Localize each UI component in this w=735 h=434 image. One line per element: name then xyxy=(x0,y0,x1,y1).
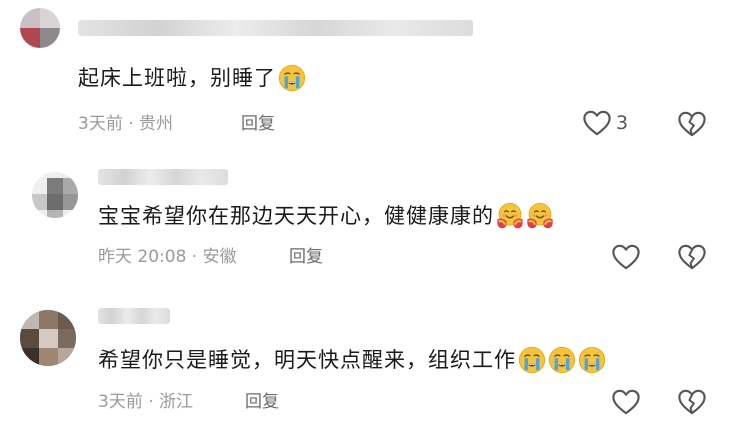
comment-text-row: 起床上班啦，别睡了 xyxy=(78,64,306,92)
hugging-face-emoji-icon xyxy=(496,202,524,230)
heart-icon xyxy=(611,243,641,271)
like-button[interactable] xyxy=(611,243,645,271)
comment-text: 希望你只是睡觉，明天快点醒来，组织工作 xyxy=(98,348,516,372)
username-blurred[interactable] xyxy=(78,20,473,36)
crying-face-emoji-icon xyxy=(548,346,576,374)
comment-item: 宝宝希望你在那边天天开心，健健康康的 昨天 20:08 · 安徽 回复 xyxy=(0,150,735,290)
like-count: 3 xyxy=(616,112,629,134)
crying-face-emoji-icon xyxy=(278,64,306,92)
comment-text: 宝宝希望你在那边天天开心，健健康康的 xyxy=(98,204,494,228)
broken-heart-icon[interactable] xyxy=(677,110,707,138)
heart-icon xyxy=(611,388,641,416)
reply-button[interactable]: 回复 xyxy=(241,112,275,136)
broken-heart-icon[interactable] xyxy=(677,243,707,271)
comment-meta: 3天前 · 贵州 xyxy=(78,114,174,134)
reply-button[interactable]: 回复 xyxy=(289,245,323,269)
avatar[interactable] xyxy=(32,172,78,218)
comment-text: 起床上班啦，别睡了 xyxy=(78,66,276,90)
comment-text-row: 宝宝希望你在那边天天开心，健健康康的 xyxy=(98,202,554,230)
like-button[interactable]: 3 xyxy=(582,109,628,137)
broken-heart-icon[interactable] xyxy=(677,388,707,416)
crying-face-emoji-icon xyxy=(578,346,606,374)
comment-text-row: 希望你只是睡觉，明天快点醒来，组织工作 xyxy=(98,346,606,374)
comment-item: 起床上班啦，别睡了 3天前 · 贵州 回复 3 xyxy=(0,0,735,150)
avatar[interactable] xyxy=(20,310,76,366)
hugging-face-emoji-icon xyxy=(526,202,554,230)
avatar[interactable] xyxy=(20,8,60,48)
like-button[interactable] xyxy=(611,388,645,416)
comment-meta: 昨天 20:08 · 安徽 xyxy=(98,247,237,267)
crying-face-emoji-icon xyxy=(518,346,546,374)
username-blurred[interactable] xyxy=(98,308,170,324)
username-blurred[interactable] xyxy=(98,169,228,185)
reply-button[interactable]: 回复 xyxy=(245,390,279,414)
comment-item: 希望你只是睡觉，明天快点醒来，组织工作 3天前 · 浙江 回复 xyxy=(0,290,735,434)
heart-icon xyxy=(582,109,612,137)
comment-meta: 3天前 · 浙江 xyxy=(98,392,194,412)
